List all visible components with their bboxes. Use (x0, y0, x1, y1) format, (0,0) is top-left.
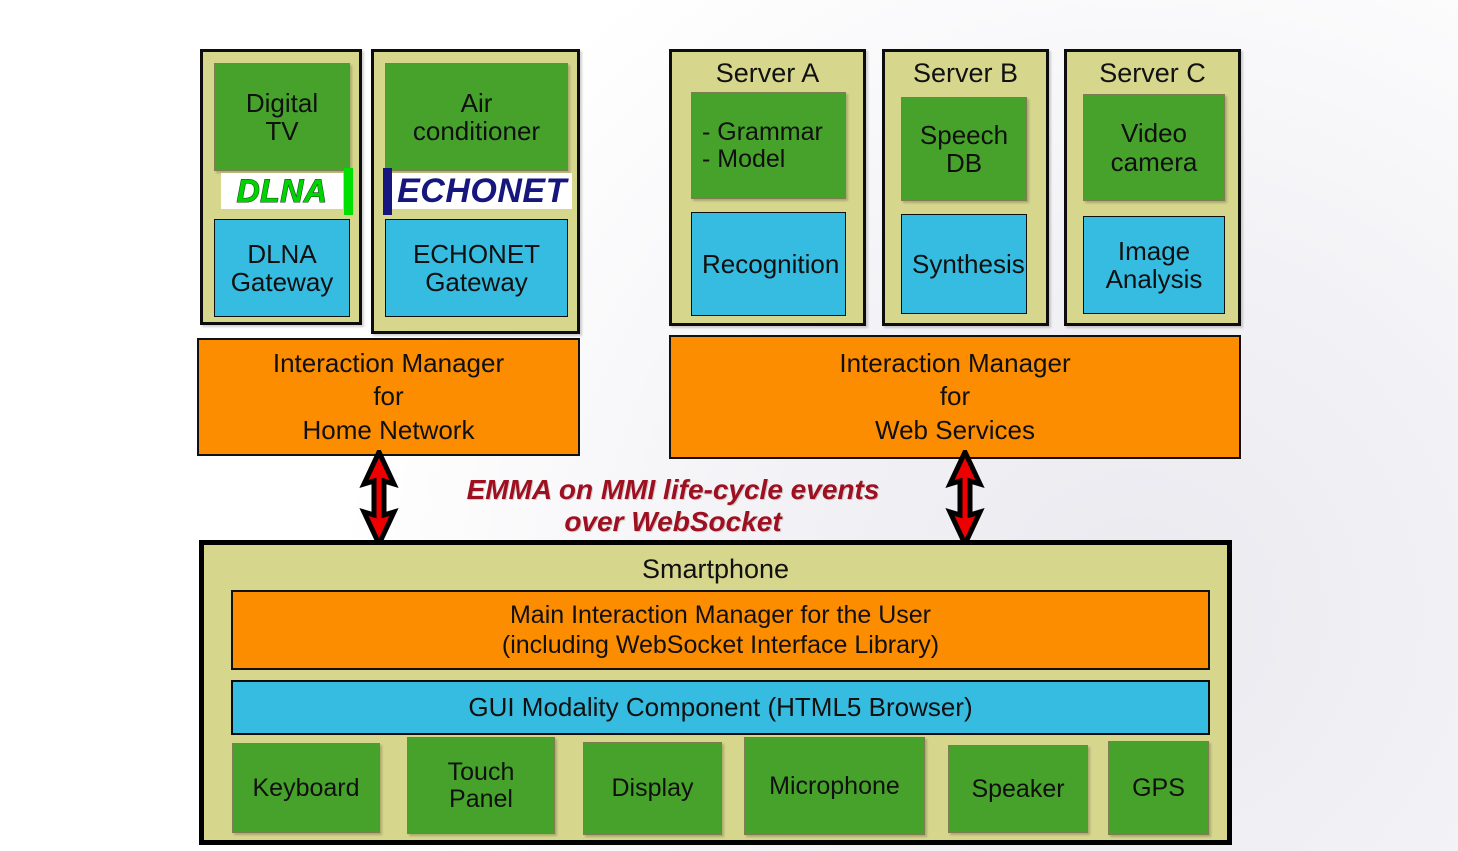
protocol-connector-bar-echonet (383, 168, 392, 215)
connection-label-emma: EMMA on MMI life-cycle events over WebSo… (420, 474, 926, 537)
server-panel-c: Server C Video camera Image Analysis (1064, 49, 1241, 326)
modality-label-line1: Display (611, 774, 694, 802)
main-interaction-manager-block: Main Interaction Manager for the User (i… (231, 590, 1210, 670)
smartphone-title: Smartphone (641, 554, 790, 584)
server-title-b: Server B (912, 58, 1019, 88)
device-label-line2: TV (265, 116, 299, 146)
modality-label-line1: Touch (447, 757, 515, 786)
server-resource-block-b: Speech DB (901, 97, 1027, 201)
gateway-label-line2: Gateway (230, 267, 334, 297)
server-component-label: Synthesis (912, 248, 1025, 279)
modality-block-microphone: Microphone (744, 737, 925, 835)
server-panel-a: Server A - Grammar - Model Recognition (669, 49, 866, 326)
im-home-line1: Interaction Manager (272, 348, 505, 379)
server-title-c: Server C (1099, 58, 1206, 88)
device-panel-digital-tv: Digital TV DLNA DLNA Gateway (200, 49, 362, 325)
server-component-line2: Analysis (1105, 264, 1203, 294)
im-home-line3: Home Network (302, 414, 475, 445)
server-resource-line1: Speech (919, 119, 1009, 150)
server-component-block-a: Recognition (691, 212, 846, 316)
server-component-line1: Image (1117, 235, 1191, 266)
modality-block-display: Display (583, 742, 722, 835)
protocol-text: DLNA (236, 172, 328, 209)
server-panel-b: Server B Speech DB Synthesis (882, 49, 1049, 326)
server-component-label: Recognition (702, 248, 840, 279)
smartphone-panel: Smartphone Main Interaction Manager for … (199, 540, 1232, 845)
device-label-line2: conditioner (412, 116, 541, 146)
gateway-label-line2: Gateway (425, 267, 528, 297)
server-resource-line2: - Model (702, 144, 786, 173)
emma-label-line1: EMMA on MMI life-cycle events (466, 474, 880, 505)
main-im-line2: (including WebSocket Interface Library) (501, 631, 940, 659)
gui-modality-component-block: GUI Modality Component (HTML5 Browser) (231, 680, 1210, 735)
device-label-line1: Digital (245, 87, 319, 118)
gateway-label-line1: DLNA (247, 238, 317, 269)
server-component-block-b: Synthesis (901, 214, 1027, 314)
modality-block-gps: GPS (1108, 741, 1209, 835)
gateway-block-dlna: DLNA Gateway (214, 219, 350, 317)
im-web-line1: Interaction Manager (839, 348, 1071, 379)
device-block-digital-tv: Digital TV (214, 63, 350, 171)
protocol-label-echonet: ECHONET (392, 171, 572, 210)
server-resource-line2: DB (945, 148, 983, 178)
im-web-line2: for (939, 381, 971, 412)
main-im-line1: Main Interaction Manager for the User (509, 600, 932, 629)
interaction-manager-home-network: Interaction Manager for Home Network (197, 338, 580, 456)
modality-block-touch-panel: Touch Panel (407, 737, 555, 834)
modality-label-line1: Microphone (769, 771, 900, 800)
protocol-connector-bar-dlna (344, 168, 353, 215)
server-resource-line2: camera (1110, 146, 1198, 177)
server-component-block-c: Image Analysis (1083, 216, 1225, 314)
server-resource-line1: Video (1120, 118, 1188, 149)
gateway-block-echonet: ECHONET Gateway (385, 219, 568, 317)
device-panel-air-conditioner: Air conditioner ECHONET ECHONET Gateway (371, 49, 580, 334)
modality-label-line1: Keyboard (252, 773, 360, 802)
device-block-air-conditioner: Air conditioner (385, 63, 568, 171)
gui-modality-label: GUI Modality Component (HTML5 Browser) (468, 692, 973, 723)
connection-arrow-right (945, 450, 985, 546)
modality-label-line1: GPS (1132, 773, 1185, 802)
im-web-line3: Web Services (875, 414, 1035, 445)
server-title-a: Server A (715, 58, 820, 88)
protocol-label-dlna: DLNA (221, 172, 343, 209)
modality-block-speaker: Speaker (948, 745, 1088, 833)
interaction-manager-web-services: Interaction Manager for Web Services (669, 335, 1241, 459)
im-home-line2: for (373, 381, 404, 412)
server-resource-block-c: Video camera (1083, 94, 1225, 201)
diagram-canvas: Digital TV DLNA DLNA Gateway Air conditi… (0, 0, 1458, 851)
protocol-text: ECHONET (397, 171, 567, 210)
device-label-line1: Air (460, 87, 493, 118)
modality-label-line2: Panel (449, 784, 513, 813)
server-resource-line1: - Grammar (702, 117, 823, 146)
modality-block-keyboard: Keyboard (232, 743, 380, 833)
gateway-label-line1: ECHONET (412, 238, 541, 269)
connection-arrow-left (359, 450, 399, 546)
emma-label-line2: over WebSocket (564, 505, 782, 537)
server-resource-block-a: - Grammar - Model (691, 92, 846, 199)
modality-label-line1: Speaker (971, 774, 1065, 803)
